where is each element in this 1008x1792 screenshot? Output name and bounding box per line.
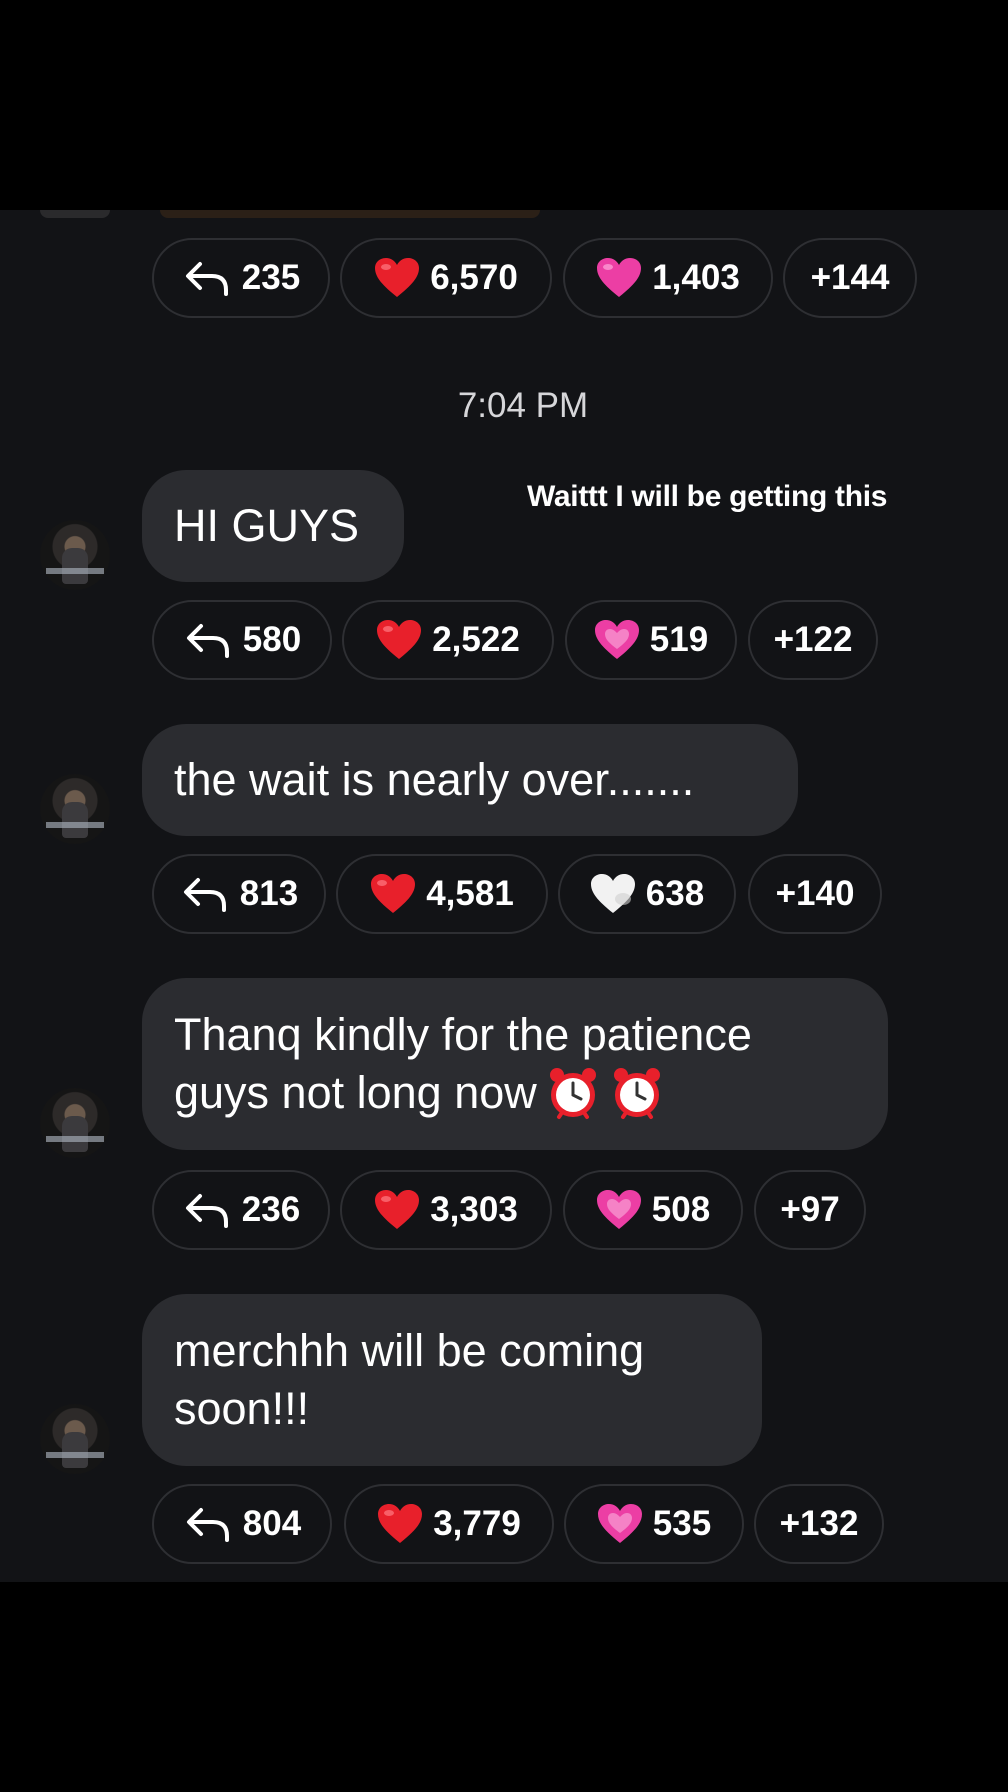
more-reactions-chip[interactable]: +97 <box>754 1170 866 1250</box>
white-heart-count: 638 <box>645 874 705 913</box>
red-heart-count: 3,303 <box>430 1190 518 1229</box>
reply-arrow-icon <box>186 624 229 658</box>
reply-count: 804 <box>242 1504 302 1543</box>
white-heart-icon <box>590 874 635 913</box>
message-text: HI GUYS <box>174 500 360 551</box>
red-heart-reaction-chip[interactable]: 4,581 <box>336 854 548 934</box>
red-heart-icon <box>377 620 422 659</box>
avatar-partial <box>40 210 110 218</box>
reply-count-chip[interactable]: 580 <box>152 600 332 680</box>
reply-arrow-icon <box>183 878 226 912</box>
sparkling-heart-reaction-chip[interactable]: 535 <box>564 1484 744 1564</box>
reply-count-chip[interactable]: 236 <box>152 1170 330 1250</box>
message-bubble-partial <box>160 210 540 218</box>
reply-count: 236 <box>241 1190 301 1229</box>
reply-count: 580 <box>242 620 302 659</box>
avatar[interactable] <box>40 774 110 844</box>
reply-count-chip[interactable]: 813 <box>152 854 326 934</box>
message-text-line2: soon!!! <box>174 1383 310 1434</box>
sparkling-heart-reaction-chip[interactable]: 519 <box>565 600 737 680</box>
message-bubble[interactable]: merchhh will be coming soon!!! <box>142 1294 762 1466</box>
message-text: the wait is nearly over....... <box>174 754 695 805</box>
reply-count: 235 <box>241 258 301 297</box>
avatar[interactable] <box>40 1088 110 1158</box>
more-reactions-count: +132 <box>779 1504 859 1543</box>
more-reactions-chip[interactable]: +144 <box>783 238 917 318</box>
timestamp: 7:04 PM <box>457 386 589 425</box>
overlay-caption: Waittt I will be getting this <box>527 480 888 513</box>
reply-arrow-icon <box>185 1194 228 1228</box>
more-reactions-count: +140 <box>775 874 855 913</box>
sparkling-heart-icon <box>596 1190 641 1229</box>
red-heart-reaction-chip[interactable]: 3,303 <box>340 1170 552 1250</box>
sparkling-heart-count: 535 <box>652 1504 712 1543</box>
message-bubble[interactable]: HI GUYS <box>142 470 404 582</box>
reply-arrow-icon <box>186 1508 229 1542</box>
reply-count-chip[interactable]: 235 <box>152 238 330 318</box>
red-heart-icon <box>378 1504 423 1543</box>
pink-heart-reaction-chip[interactable]: 1,403 <box>563 238 773 318</box>
more-reactions-count: +144 <box>810 258 890 297</box>
message-text-line1: merchhh will be coming <box>174 1325 645 1376</box>
red-heart-reaction-chip[interactable]: 2,522 <box>342 600 554 680</box>
message-bubble[interactable]: Thanq kindly for the patience guys not l… <box>142 978 888 1150</box>
sparkling-heart-icon <box>597 1504 642 1543</box>
sparkling-heart-count: 508 <box>651 1190 711 1229</box>
reply-arrow-icon <box>185 262 228 296</box>
chat-screen: 235 6,570 1,403 +144 7:04 PM Waittt I wi… <box>0 210 1008 1582</box>
red-heart-count: 4,581 <box>426 874 514 913</box>
avatar[interactable] <box>40 520 110 590</box>
red-heart-count: 3,779 <box>433 1504 521 1543</box>
more-reactions-chip[interactable]: +122 <box>748 600 878 680</box>
message-bubble[interactable]: the wait is nearly over....... <box>142 724 798 836</box>
more-reactions-chip[interactable]: +132 <box>754 1484 884 1564</box>
reply-count: 813 <box>239 874 299 913</box>
red-heart-icon <box>371 874 416 913</box>
sparkling-heart-reaction-chip[interactable]: 508 <box>563 1170 743 1250</box>
red-heart-count: 6,570 <box>430 258 518 297</box>
red-heart-icon <box>375 258 420 297</box>
white-heart-reaction-chip[interactable]: 638 <box>558 854 736 934</box>
alarm-clock-icon <box>613 1068 660 1119</box>
red-heart-reaction-chip[interactable]: 6,570 <box>340 238 552 318</box>
red-heart-reaction-chip[interactable]: 3,779 <box>344 1484 554 1564</box>
alarm-clock-icon <box>549 1068 596 1119</box>
reply-count-chip[interactable]: 804 <box>152 1484 332 1564</box>
message-text-line1: Thanq kindly for the patience <box>174 1009 752 1060</box>
sparkling-heart-icon <box>594 620 639 659</box>
pink-heart-count: 1,403 <box>652 258 740 297</box>
red-heart-icon <box>375 1190 420 1229</box>
sparkling-heart-count: 519 <box>649 620 709 659</box>
more-reactions-count: +122 <box>773 620 853 659</box>
avatar[interactable] <box>40 1404 110 1474</box>
more-reactions-count: +97 <box>780 1190 840 1229</box>
more-reactions-chip[interactable]: +140 <box>748 854 882 934</box>
message-text-line2: guys not long now <box>174 1067 537 1118</box>
pink-heart-icon <box>597 258 642 297</box>
red-heart-count: 2,522 <box>432 620 520 659</box>
